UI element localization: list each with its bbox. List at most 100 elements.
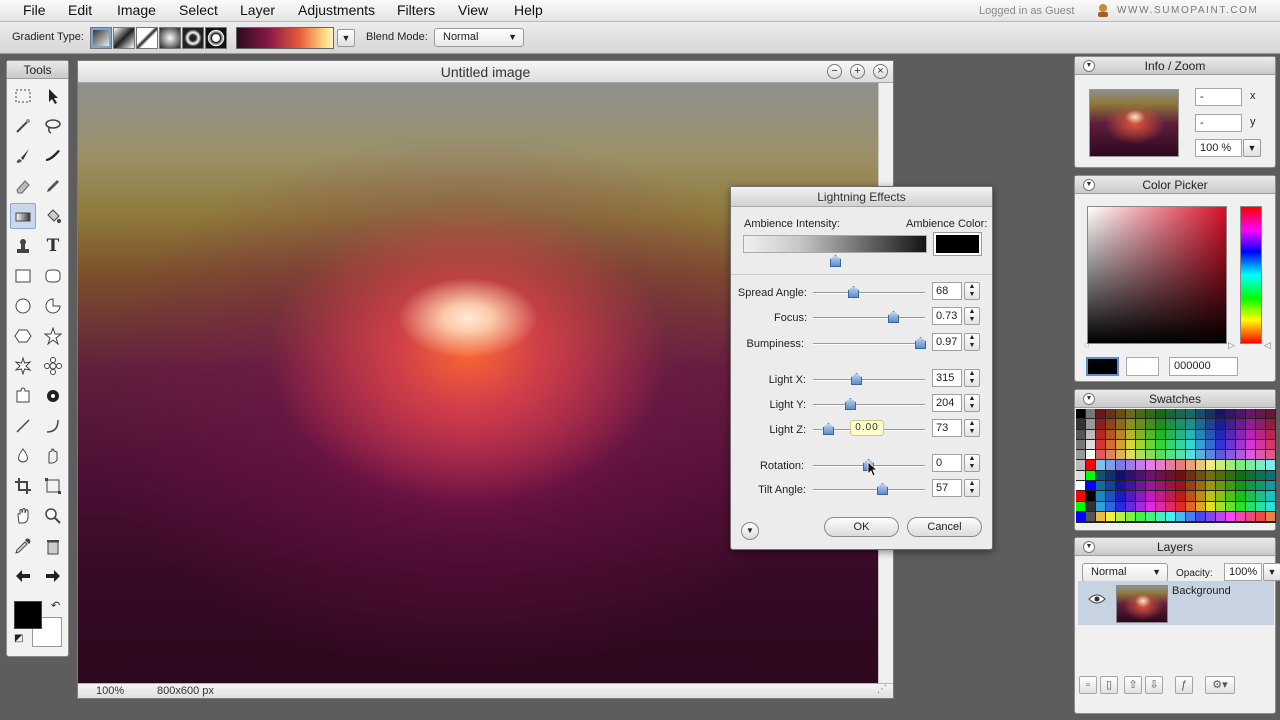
swatch-cell[interactable] bbox=[1136, 491, 1146, 502]
swatch-cell[interactable] bbox=[1136, 409, 1146, 420]
site-link[interactable]: WWW.SUMOPAINT.COM bbox=[1117, 5, 1258, 16]
curve-tool-icon[interactable] bbox=[40, 413, 66, 439]
swatch-cell[interactable] bbox=[1106, 429, 1116, 440]
menu-image[interactable]: Image bbox=[117, 2, 156, 18]
swatch-cell[interactable] bbox=[1136, 439, 1146, 451]
undo-arrow-icon[interactable] bbox=[10, 563, 36, 589]
swatch-cell[interactable] bbox=[1226, 491, 1236, 502]
gradient-tool-icon[interactable] bbox=[10, 203, 36, 229]
layer-effects-icon[interactable]: ƒ bbox=[1175, 676, 1193, 694]
swatch-cell[interactable] bbox=[1146, 439, 1156, 451]
gradient-dropdown-icon[interactable]: ▼ bbox=[337, 29, 355, 47]
polygon-shape-icon[interactable] bbox=[10, 323, 36, 349]
swatch-cell[interactable] bbox=[1126, 429, 1136, 440]
swatch-cell[interactable] bbox=[1256, 409, 1266, 420]
swatch-cell[interactable] bbox=[1086, 409, 1096, 420]
menu-layer[interactable]: Layer bbox=[240, 2, 275, 18]
saturation-brightness-field[interactable] bbox=[1087, 206, 1227, 344]
menu-edit[interactable]: Edit bbox=[68, 2, 92, 18]
swatch-cell[interactable] bbox=[1196, 450, 1206, 461]
swatch-cell[interactable] bbox=[1166, 439, 1176, 451]
swatch-cell[interactable] bbox=[1226, 470, 1236, 482]
zoom-dropdown-icon[interactable]: ▼ bbox=[1243, 139, 1261, 157]
collapse-icon[interactable]: ▼ bbox=[1083, 60, 1095, 72]
maximize-icon[interactable]: + bbox=[850, 64, 865, 79]
swatch-cell[interactable] bbox=[1156, 409, 1166, 420]
swatch-cell[interactable] bbox=[1076, 450, 1086, 461]
swatch-cell[interactable] bbox=[1186, 501, 1196, 512]
swatch-cell[interactable] bbox=[1256, 450, 1266, 461]
swatch-cell[interactable] bbox=[1216, 511, 1226, 523]
rounded-rect-icon[interactable] bbox=[40, 263, 66, 289]
swatch-cell[interactable] bbox=[1166, 409, 1176, 420]
swatch-cell[interactable] bbox=[1186, 491, 1196, 502]
eye-visibility-icon[interactable] bbox=[1088, 593, 1106, 608]
light-y-track[interactable] bbox=[813, 404, 925, 406]
delete-layer-icon[interactable]: ▯ bbox=[1100, 676, 1118, 694]
swatch-cell[interactable] bbox=[1196, 419, 1206, 430]
swatch-cell[interactable] bbox=[1136, 429, 1146, 440]
swatch-cell[interactable] bbox=[1196, 429, 1206, 440]
swatch-cell[interactable] bbox=[1126, 481, 1136, 492]
swatch-cell[interactable] bbox=[1226, 419, 1236, 430]
swatch-cell[interactable] bbox=[1216, 501, 1226, 512]
swatch-cell[interactable] bbox=[1076, 419, 1086, 430]
swatch-cell[interactable] bbox=[1156, 460, 1166, 471]
swatch-cell[interactable] bbox=[1126, 501, 1136, 512]
swatch-cell[interactable] bbox=[1176, 419, 1186, 430]
ambience-intensity-bar[interactable] bbox=[743, 235, 927, 253]
swatch-cell[interactable] bbox=[1206, 491, 1216, 502]
minimize-icon[interactable]: − bbox=[827, 64, 842, 79]
swatch-cell[interactable] bbox=[1086, 470, 1096, 482]
swatch-cell[interactable] bbox=[1256, 511, 1266, 523]
crop-icon[interactable] bbox=[10, 473, 36, 499]
swatch-cell[interactable] bbox=[1206, 501, 1216, 512]
tilt-angle-spinner[interactable]: ▲ ▼ bbox=[964, 479, 980, 497]
swatch-cell[interactable] bbox=[1166, 419, 1176, 430]
tilt-angle-thumb[interactable] bbox=[877, 483, 888, 495]
swatch-cell[interactable] bbox=[1206, 450, 1216, 461]
menu-select[interactable]: Select bbox=[179, 2, 218, 18]
menu-view[interactable]: View bbox=[458, 2, 488, 18]
swatch-cell[interactable] bbox=[1176, 470, 1186, 482]
blur-drop-icon[interactable] bbox=[10, 443, 36, 469]
swatch-cell[interactable] bbox=[1126, 409, 1136, 420]
swatch-cell[interactable] bbox=[1206, 470, 1216, 482]
swatch-cell[interactable] bbox=[1216, 491, 1226, 502]
swatch-cell[interactable] bbox=[1206, 419, 1216, 430]
swatch-cell[interactable] bbox=[1086, 501, 1096, 512]
focus-spinner[interactable]: ▲ ▼ bbox=[964, 307, 980, 325]
smudge-finger-icon[interactable] bbox=[40, 443, 66, 469]
swatch-cell[interactable] bbox=[1096, 460, 1106, 471]
swatch-cell[interactable] bbox=[1266, 491, 1276, 502]
swatch-cell[interactable] bbox=[1176, 501, 1186, 512]
swatch-cell[interactable] bbox=[1106, 419, 1116, 430]
swatch-cell[interactable] bbox=[1186, 481, 1196, 492]
swatch-cell[interactable] bbox=[1176, 409, 1186, 420]
bumpiness-input[interactable]: 0.97 bbox=[932, 333, 962, 351]
blend-mode-select[interactable]: Normal ▼ bbox=[434, 28, 524, 47]
ok-button[interactable]: OK bbox=[824, 517, 899, 537]
trash-icon[interactable] bbox=[40, 533, 66, 559]
swatch-cell[interactable] bbox=[1146, 450, 1156, 461]
new-layer-icon[interactable]: ▫ bbox=[1079, 676, 1097, 694]
opacity-dropdown-icon[interactable]: ▼ bbox=[1263, 563, 1280, 581]
swatch-cell[interactable] bbox=[1186, 439, 1196, 451]
swatch-cell[interactable] bbox=[1186, 419, 1196, 430]
swatch-cell[interactable] bbox=[1236, 491, 1246, 502]
gradient-diamond-button[interactable] bbox=[136, 27, 158, 49]
swatch-cell[interactable] bbox=[1106, 491, 1116, 502]
menu-help[interactable]: Help bbox=[514, 2, 543, 18]
light-x-input[interactable]: 315 bbox=[932, 369, 962, 387]
expand-options-icon[interactable]: ▼ bbox=[741, 522, 759, 540]
swatch-cell[interactable] bbox=[1246, 429, 1256, 440]
swatch-cell[interactable] bbox=[1196, 511, 1206, 523]
swatch-cell[interactable] bbox=[1226, 450, 1236, 461]
light-y-input[interactable]: 204 bbox=[932, 394, 962, 412]
calligraphy-brush-icon[interactable] bbox=[40, 143, 66, 169]
swap-colors-icon[interactable]: ↶ bbox=[51, 599, 60, 612]
star-shape-icon[interactable] bbox=[40, 323, 66, 349]
swatch-cell[interactable] bbox=[1116, 419, 1126, 430]
swatch-cell[interactable] bbox=[1266, 470, 1276, 482]
spread-angle-track[interactable] bbox=[813, 292, 925, 294]
